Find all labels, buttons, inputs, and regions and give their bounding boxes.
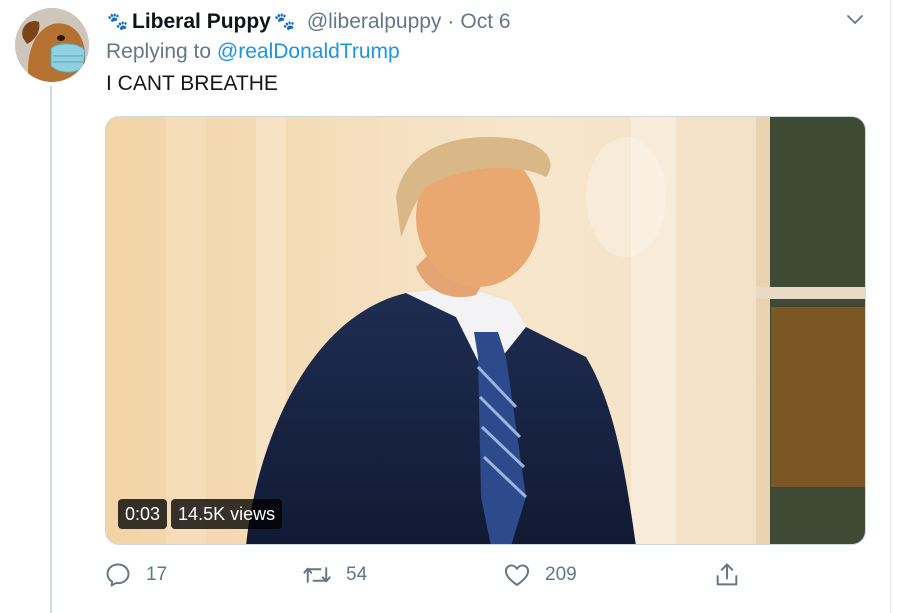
like-count: 209	[545, 564, 577, 585]
reply-icon	[106, 563, 130, 587]
paw-prints-icon: 🐾	[107, 12, 129, 31]
paw-prints-icon: 🐾	[274, 12, 296, 31]
tweet-date[interactable]: Oct 6	[460, 10, 510, 34]
chevron-down-icon	[847, 15, 863, 24]
reply-button[interactable]: 17	[104, 561, 167, 589]
display-name[interactable]: Liberal Puppy	[132, 10, 271, 34]
replying-to-line: Replying to @realDonaldTrump	[106, 40, 400, 64]
more-options-button[interactable]	[843, 8, 867, 32]
timeline-divider	[890, 0, 891, 613]
video-views-badge: 14.5K views	[171, 499, 283, 529]
tweet-text: I CANT BREATHE	[106, 72, 278, 95]
share-icon	[716, 563, 738, 586]
share-button[interactable]	[713, 561, 741, 589]
dog-avatar-icon	[15, 8, 89, 82]
reply-count: 17	[146, 564, 168, 585]
video-overlay-badges: 0:03 14.5K views	[118, 499, 283, 529]
retweet-button[interactable]: 54	[302, 561, 367, 589]
user-handle[interactable]: @liberalpuppy	[307, 10, 442, 34]
video-player[interactable]	[105, 116, 866, 545]
like-button[interactable]: 209	[503, 561, 577, 589]
replying-to-prefix: Replying to	[106, 40, 212, 63]
header-separator: ·	[447, 10, 455, 33]
thread-connector-line	[50, 86, 52, 613]
heart-icon	[504, 564, 530, 586]
video-frame-image	[106, 117, 865, 544]
retweet-icon	[303, 567, 331, 583]
replying-to-link[interactable]: @realDonaldTrump	[217, 40, 400, 63]
avatar[interactable]	[15, 8, 89, 82]
tweet-header: 🐾 Liberal Puppy 🐾 @liberalpuppy · Oct 6	[106, 8, 510, 36]
video-duration-badge: 0:03	[118, 499, 168, 529]
retweet-count: 54	[346, 564, 368, 585]
